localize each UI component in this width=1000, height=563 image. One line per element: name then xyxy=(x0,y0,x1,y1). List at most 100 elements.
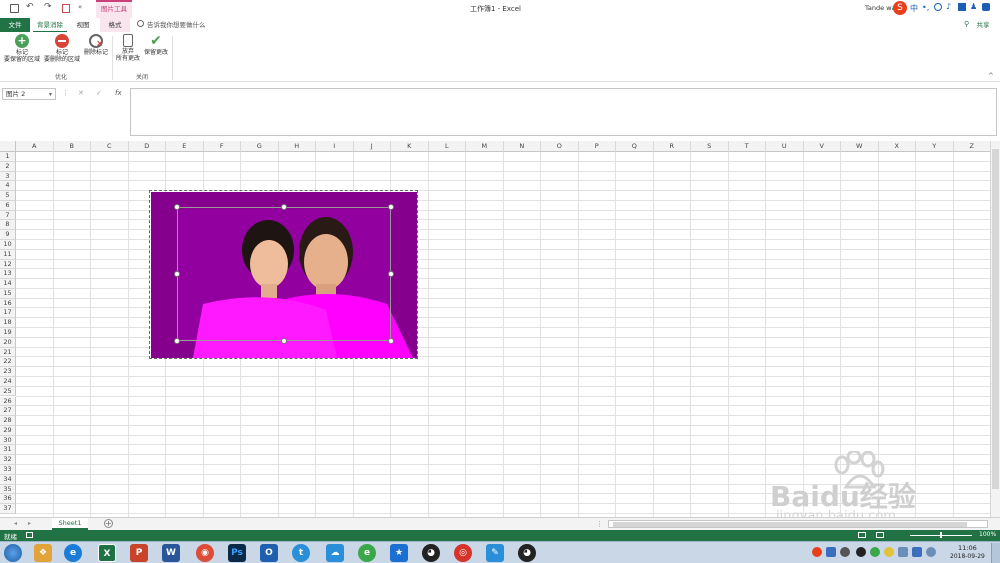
new-sheet-icon[interactable]: + xyxy=(104,519,113,528)
qq-icon[interactable]: ◕ xyxy=(422,544,440,562)
row-header[interactable]: 36 xyxy=(0,494,16,505)
next-sheet-icon[interactable]: ▸ xyxy=(28,520,31,527)
outlook-icon[interactable]: O xyxy=(260,544,278,562)
row-header[interactable]: 32 xyxy=(0,455,16,465)
row-header[interactable]: 1 xyxy=(0,152,16,162)
column-header[interactable]: L xyxy=(428,141,466,152)
row-header[interactable]: 20 xyxy=(0,337,16,348)
user-name[interactable]: Tande wa xyxy=(865,4,896,12)
column-header[interactable]: D xyxy=(128,141,166,152)
tencent-icon[interactable]: t xyxy=(292,544,310,562)
normal-view-icon[interactable] xyxy=(858,532,866,538)
redo-icon[interactable]: ↷ xyxy=(44,2,52,12)
netease-music-icon[interactable]: ◎ xyxy=(454,544,472,562)
vertical-scroll-thumb[interactable] xyxy=(992,149,999,489)
sogou-ime-icon[interactable]: S xyxy=(893,1,907,15)
enter-icon[interactable]: ✓ xyxy=(96,89,102,97)
ime-voice-icon[interactable]: ♪ xyxy=(946,2,951,11)
row-header[interactable]: 35 xyxy=(0,484,16,495)
resize-handle[interactable] xyxy=(281,204,287,210)
tray-wechat-icon[interactable] xyxy=(884,547,894,557)
save-icon[interactable] xyxy=(10,4,19,13)
resize-handle[interactable] xyxy=(174,204,180,210)
column-header[interactable]: F xyxy=(203,141,241,152)
clock-time[interactable]: 11:06 xyxy=(958,544,977,552)
row-header[interactable]: 15 xyxy=(0,288,16,299)
column-header[interactable]: C xyxy=(91,141,129,152)
resize-handle[interactable] xyxy=(388,338,394,344)
row-header[interactable]: 29 xyxy=(0,425,16,436)
row-header[interactable]: 18 xyxy=(0,318,16,329)
cancel-icon[interactable]: ✕ xyxy=(78,89,84,97)
keep-area-marquee[interactable] xyxy=(177,207,391,341)
insert-function-icon[interactable]: fx xyxy=(115,89,122,97)
column-header[interactable]: B xyxy=(53,141,91,152)
word-icon[interactable]: W xyxy=(162,544,180,562)
row-header[interactable]: 6 xyxy=(0,200,16,211)
column-header[interactable]: R xyxy=(653,141,691,152)
tab-view[interactable]: 视图 xyxy=(70,18,96,32)
column-header[interactable]: O xyxy=(541,141,579,152)
worksheet-grid[interactable]: ABCDEFGHIJKLMNOPQRSTUVWXYZ 1 2 3 4 5 6 7 8 9 10 11… xyxy=(0,141,990,517)
zoom-slider-thumb[interactable] xyxy=(940,532,942,538)
row-header[interactable]: 16 xyxy=(0,298,16,309)
row-header[interactable]: 5 xyxy=(0,191,16,201)
column-header[interactable]: I xyxy=(316,141,354,152)
row-header[interactable]: 4 xyxy=(0,181,16,192)
sheet-tab-sheet1[interactable]: Sheet1 xyxy=(52,518,88,530)
customize-qat-icon[interactable]: « xyxy=(78,3,82,11)
star-app-icon[interactable]: ★ xyxy=(390,544,408,562)
row-header[interactable]: 10 xyxy=(0,240,16,250)
row-header[interactable]: 26 xyxy=(0,396,16,407)
ime-toolbox-icon[interactable] xyxy=(982,3,990,11)
discard-changes-button[interactable]: 放弃 所有更改 xyxy=(114,34,142,62)
column-header[interactable]: Z xyxy=(953,141,990,152)
name-box-dropdown-icon[interactable]: ▾ xyxy=(49,89,52,100)
row-header[interactable]: 14 xyxy=(0,279,16,289)
tray-ime-icon[interactable] xyxy=(812,547,822,557)
column-header[interactable]: Y xyxy=(916,141,954,152)
column-header[interactable]: E xyxy=(166,141,204,152)
tray-app-icon[interactable] xyxy=(840,547,850,557)
row-header[interactable]: 33 xyxy=(0,464,16,475)
tray-security-icon[interactable] xyxy=(870,547,880,557)
row-header[interactable]: 9 xyxy=(0,230,16,240)
row-header[interactable]: 12 xyxy=(0,259,16,270)
row-header[interactable]: 11 xyxy=(0,249,16,260)
clipboard-icon[interactable] xyxy=(62,4,70,13)
row-header[interactable]: 24 xyxy=(0,376,16,387)
collapse-ribbon-icon[interactable]: ^ xyxy=(988,72,994,80)
resize-handle[interactable] xyxy=(174,271,180,277)
name-box[interactable]: 图片 2 ▾ xyxy=(2,88,56,100)
resize-handle[interactable] xyxy=(388,204,394,210)
mark-keep-button[interactable]: + 标记 要保留的区域 xyxy=(2,34,42,63)
tray-qq-icon[interactable] xyxy=(856,547,866,557)
cloud-app-icon[interactable]: ☁ xyxy=(326,544,344,562)
feather-app-icon[interactable]: ✎ xyxy=(486,544,504,562)
row-header[interactable]: 19 xyxy=(0,328,16,338)
row-header[interactable]: 2 xyxy=(0,161,16,172)
tab-file[interactable]: 文件 xyxy=(0,18,30,32)
row-header[interactable]: 37 xyxy=(0,504,16,514)
row-header[interactable]: 8 xyxy=(0,220,16,231)
resize-handle[interactable] xyxy=(388,271,394,277)
row-header[interactable]: 21 xyxy=(0,347,16,358)
formula-input[interactable] xyxy=(130,88,997,136)
tray-volume-icon[interactable] xyxy=(898,547,908,557)
column-header[interactable]: S xyxy=(691,141,729,152)
column-header[interactable]: J xyxy=(353,141,391,152)
tray-flag-icon[interactable] xyxy=(926,547,936,557)
clock-date[interactable]: 2018-09-29 xyxy=(950,553,985,560)
column-header[interactable]: M xyxy=(466,141,504,152)
column-header[interactable]: P xyxy=(578,141,616,152)
row-header[interactable]: 25 xyxy=(0,386,16,397)
select-all-corner[interactable] xyxy=(0,141,16,152)
row-header[interactable]: 28 xyxy=(0,416,16,426)
column-header[interactable]: Q xyxy=(616,141,654,152)
ime-punct-icon[interactable]: •, xyxy=(922,3,929,12)
row-header[interactable]: 3 xyxy=(0,171,16,182)
undo-icon[interactable]: ↶ xyxy=(26,2,34,12)
prev-sheet-icon[interactable]: ◂ xyxy=(14,520,17,527)
vertical-scrollbar[interactable] xyxy=(990,141,1000,517)
column-header[interactable]: K xyxy=(391,141,429,152)
